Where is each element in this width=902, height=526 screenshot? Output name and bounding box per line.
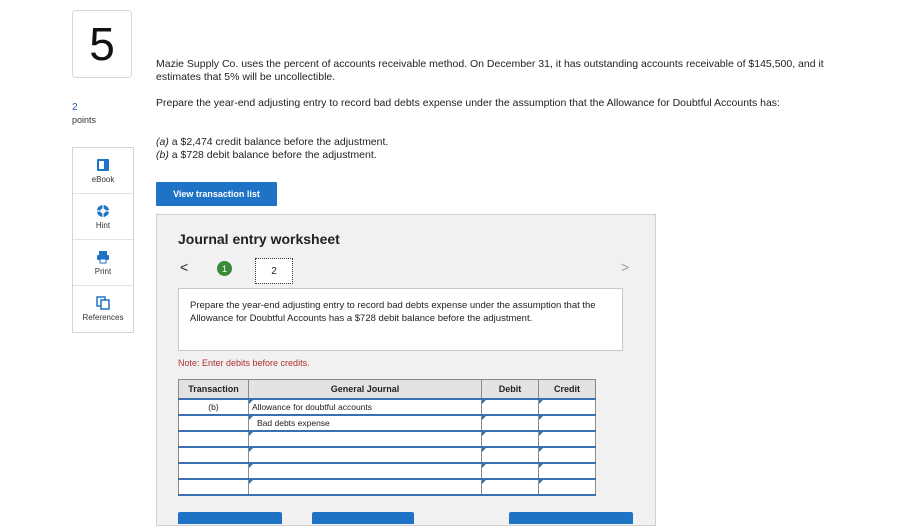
input-flag-icon (539, 416, 543, 420)
input-flag-icon (539, 448, 543, 452)
points-label: points (72, 115, 97, 125)
worksheet-title: Journal entry worksheet (178, 231, 340, 247)
print-label: Print (94, 266, 112, 276)
input-flag-icon (482, 480, 486, 484)
journal-header-row: Transaction General Journal Debit Credit (178, 379, 596, 400)
journal-row (178, 431, 596, 448)
transaction-cell[interactable]: (b) (178, 399, 249, 416)
journal-row (178, 447, 596, 464)
book-icon (96, 158, 110, 172)
credit-input[interactable] (538, 399, 596, 416)
input-flag-icon (482, 432, 486, 436)
dropdown-flag-icon (249, 480, 253, 484)
col-general-journal: General Journal (248, 379, 482, 400)
print-button[interactable]: Print (73, 240, 133, 286)
question-number-box: 5 (72, 10, 132, 78)
dropdown-flag-icon (249, 432, 253, 436)
ebook-button[interactable]: eBook (73, 148, 133, 194)
part-b: (b) a $728 debit balance before the adju… (156, 149, 388, 162)
prev-entry-arrow[interactable]: < (180, 259, 188, 275)
input-flag-icon (482, 400, 486, 404)
debit-input[interactable] (481, 479, 539, 496)
input-flag-icon (482, 448, 486, 452)
journal-row: (b) Allowance for doubtful accounts (178, 399, 596, 416)
input-flag-icon (482, 464, 486, 468)
input-flag-icon (539, 432, 543, 436)
view-general-journal-button[interactable] (509, 512, 633, 524)
credit-input[interactable] (538, 463, 596, 480)
step-1-indicator[interactable]: 1 (217, 261, 232, 276)
step-2-indicator[interactable]: 2 (255, 258, 293, 284)
lifebuoy-icon (96, 204, 110, 218)
part-b-label: (b) (156, 149, 169, 161)
part-a-label: (a) (156, 136, 169, 148)
points-value: 2 (72, 102, 78, 113)
problem-paragraph-1: Mazie Supply Co. uses the percent of acc… (156, 58, 824, 83)
hint-button[interactable]: Hint (73, 194, 133, 240)
credit-input[interactable] (538, 431, 596, 448)
journal-entry-worksheet: Journal entry worksheet < 1 2 > Prepare … (156, 214, 656, 526)
debit-input[interactable] (481, 463, 539, 480)
points-indicator: 2 points (72, 101, 96, 127)
question-number: 5 (89, 18, 115, 70)
part-a-text: a $2,474 credit balance before the adjus… (168, 136, 389, 148)
input-flag-icon (539, 400, 543, 404)
account-value: Bad debts expense (257, 418, 330, 428)
debit-input[interactable] (481, 399, 539, 416)
account-cell[interactable]: Allowance for doubtful accounts (248, 399, 482, 416)
hint-label: Hint (95, 220, 111, 230)
input-flag-icon (482, 416, 486, 420)
worksheet-instruction: Prepare the year-end adjusting entry to … (178, 288, 623, 351)
account-cell[interactable]: Bad debts expense (248, 415, 482, 432)
transaction-cell[interactable] (178, 447, 249, 464)
side-tools-panel: eBook Hint Print References (72, 147, 134, 333)
ebook-label: eBook (91, 174, 115, 184)
dropdown-flag-icon (249, 416, 253, 420)
credit-input[interactable] (538, 447, 596, 464)
references-label: References (82, 313, 124, 322)
journal-row (178, 479, 596, 496)
dropdown-flag-icon (249, 448, 253, 452)
problem-paragraph-2: Prepare the year-end adjusting entry to … (156, 97, 780, 109)
printer-icon (96, 250, 110, 264)
dropdown-flag-icon (249, 464, 253, 468)
account-cell[interactable] (248, 431, 482, 448)
journal-row (178, 463, 596, 480)
transaction-cell[interactable] (178, 463, 249, 480)
dropdown-flag-icon (249, 400, 253, 404)
journal-table: Transaction General Journal Debit Credit… (178, 379, 596, 496)
problem-parts: (a) a $2,474 credit balance before the a… (156, 136, 388, 162)
copy-icon (96, 296, 110, 310)
account-cell[interactable] (248, 463, 482, 480)
account-cell[interactable] (248, 447, 482, 464)
view-transaction-list-button[interactable]: View transaction list (156, 182, 277, 206)
part-b-text: a $728 debit balance before the adjustme… (168, 149, 377, 161)
transaction-cell[interactable] (178, 479, 249, 496)
transaction-cell[interactable] (178, 431, 249, 448)
clear-entry-button[interactable] (312, 512, 414, 524)
part-a: (a) a $2,474 credit balance before the a… (156, 136, 388, 149)
debit-input[interactable] (481, 415, 539, 432)
input-flag-icon (539, 464, 543, 468)
col-credit: Credit (538, 379, 596, 400)
references-button[interactable]: References (73, 286, 133, 332)
account-cell[interactable] (248, 479, 482, 496)
input-flag-icon (539, 480, 543, 484)
journal-row: Bad debts expense (178, 415, 596, 432)
record-entry-button[interactable] (178, 512, 282, 524)
account-value: Allowance for doubtful accounts (252, 402, 373, 412)
col-transaction: Transaction (178, 379, 249, 400)
credit-input[interactable] (538, 415, 596, 432)
debit-input[interactable] (481, 431, 539, 448)
transaction-cell[interactable] (178, 415, 249, 432)
credit-input[interactable] (538, 479, 596, 496)
entry-note: Note: Enter debits before credits. (178, 358, 310, 368)
debit-input[interactable] (481, 447, 539, 464)
next-entry-arrow[interactable]: > (621, 259, 629, 275)
col-debit: Debit (481, 379, 539, 400)
